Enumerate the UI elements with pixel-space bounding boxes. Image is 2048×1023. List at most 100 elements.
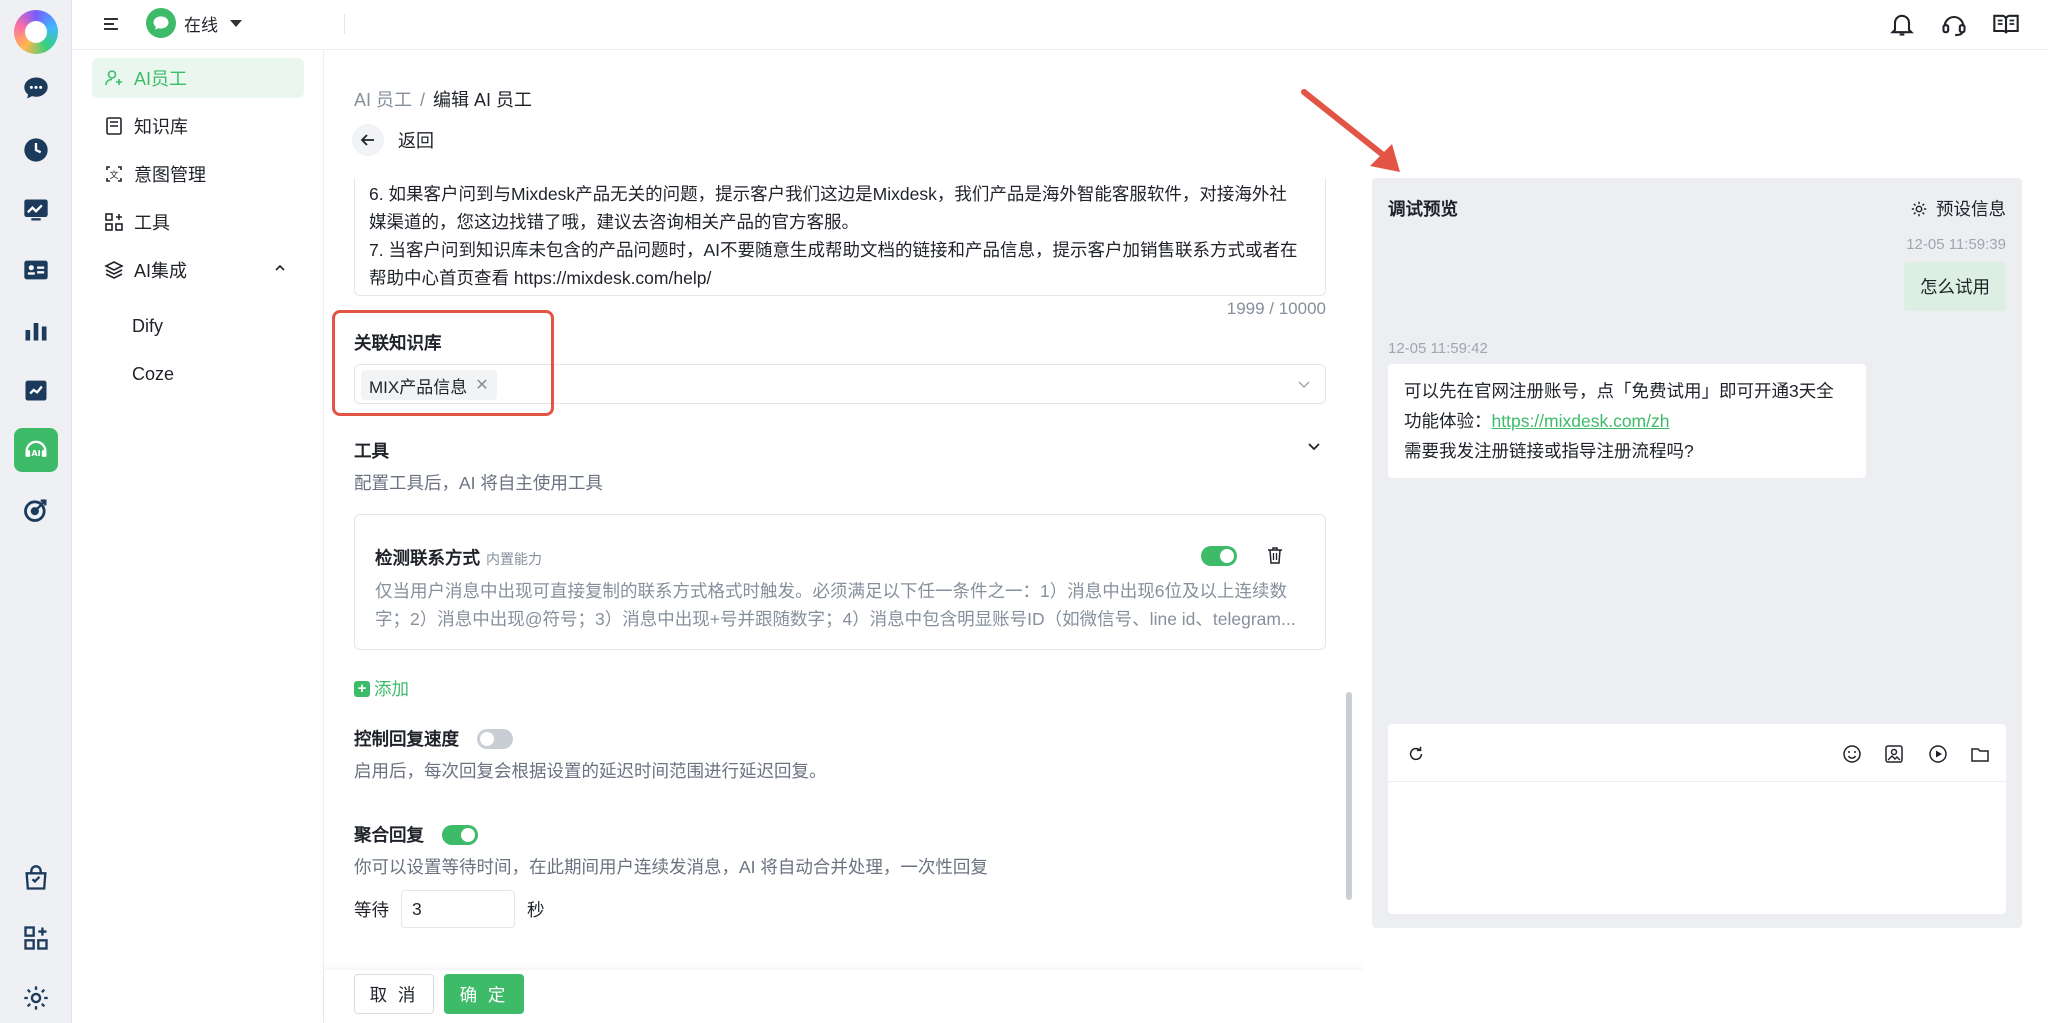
marketing-icon[interactable]	[14, 368, 58, 412]
back-button[interactable]: 返回	[352, 124, 434, 156]
tool-desc: 仅当用户消息中出现可直接复制的联系方式格式时触发。必须满足以下任一条件之一：1）…	[375, 577, 1305, 633]
contact-card-icon[interactable]	[14, 248, 58, 292]
history-icon[interactable]	[14, 128, 58, 172]
wait-row: 等待 秒	[354, 890, 545, 928]
debug-preview: 调试预览 预设信息 12-05 11:59:39 怎么试用 12-05 11:5…	[1372, 178, 2022, 928]
message-composer[interactable]	[1388, 724, 2006, 914]
gear-icon	[1911, 201, 1927, 216]
wait-unit: 秒	[527, 899, 545, 920]
user-icon	[105, 70, 122, 86]
svg-text:文: 文	[109, 169, 118, 181]
svg-text:AI: AI	[31, 448, 40, 458]
chevron-down-icon[interactable]	[1306, 438, 1322, 454]
top-bar: 在线	[72, 0, 2048, 50]
tool-card: 检测联系方式 内置能力 仅当用户消息中出现可直接复制的联系方式格式时触发。必须满足…	[354, 514, 1326, 650]
tool-enable-toggle[interactable]	[1201, 546, 1237, 566]
bot-line: 可以先在官网注册账号，点「免费试用」即可开通3天全	[1404, 381, 1834, 401]
emoji-icon[interactable]	[1840, 742, 1864, 766]
refresh-icon[interactable]	[1404, 742, 1428, 766]
prompt-textarea[interactable]: 6. 如果客户问到与Mixdesk产品无关的问题，提示客户我们这边是Mixdes…	[354, 178, 1326, 296]
form-footer: 取 消 确 定	[324, 970, 1364, 1023]
merge-reply-title: 聚合回复	[354, 825, 424, 845]
sidebar-item-knowledge[interactable]: 知识库	[92, 106, 304, 146]
folder-icon[interactable]	[1968, 742, 1992, 766]
prompt-line: 媒渠道的，您这边找错了哦，建议去咨询相关产品的官方客服。	[369, 212, 859, 232]
bot-link[interactable]: https://mixdesk.com/zh	[1492, 411, 1670, 431]
confirm-button[interactable]: 确 定	[444, 974, 524, 1014]
video-play-icon[interactable]	[1926, 742, 1950, 766]
prompt-line: 7. 当客户问到知识库未包含的产品问题时，AI不要随意生成帮助文档的链接和产品信…	[369, 240, 1298, 260]
breadcrumb: AI 员工 / 编辑 AI 员工	[354, 86, 532, 112]
highlight-box	[332, 310, 554, 416]
intent-icon: 文	[106, 166, 122, 182]
book-icon[interactable]	[1990, 8, 2022, 40]
scrollbar[interactable]	[1346, 692, 1352, 900]
sidebar-item-label: 工具	[134, 213, 170, 233]
bot-message: 可以先在官网注册账号，点「免费试用」即可开通3天全 功能体验：https://m…	[1388, 364, 1866, 478]
settings-gear-icon[interactable]	[14, 976, 58, 1020]
trash-icon[interactable]	[1265, 545, 1285, 565]
back-label: 返回	[398, 131, 434, 151]
preset-info-label: 预设信息	[1936, 199, 2006, 219]
app-logo[interactable]	[14, 10, 58, 54]
reply-speed-toggle[interactable]	[477, 728, 513, 749]
prompt-line: 6. 如果客户问到与Mixdesk产品无关的问题，提示客户我们这边是Mixdes…	[369, 184, 1287, 204]
chevron-down-icon	[230, 19, 242, 27]
ai-sidebar: AI员工 知识库 文 意图管理 工具 AI集成 Dify Coze	[72, 50, 324, 1023]
tool-desc-line: 仅当用户消息中出现可直接复制的联系方式格式时触发。必须满足以下任一条件之一：1）…	[375, 581, 1287, 601]
chevron-down-icon	[1298, 381, 1310, 389]
menu-toggle-icon[interactable]	[102, 14, 122, 34]
tools-grid-icon	[105, 213, 123, 231]
sidebar-item-intent[interactable]: 文 意图管理	[92, 154, 304, 194]
merge-reply-toggle[interactable]	[442, 824, 478, 845]
sidebar-item-label: 意图管理	[134, 165, 206, 185]
preset-info-button[interactable]: 预设信息	[1910, 196, 2006, 221]
arrow-left-icon	[352, 124, 384, 156]
plus-icon: +	[354, 680, 370, 697]
user-msg-time: 12-05 11:59:39	[1906, 236, 2006, 253]
add-label: 添加	[374, 679, 409, 699]
bot-line: 需要我发注册链接或指导注册流程吗?	[1404, 441, 1694, 461]
edit-panel: AI 员工 / 编辑 AI 员工 返回 6. 如果客户问到与Mixdesk产品无关的…	[324, 50, 1364, 1023]
sidebar-item-tools[interactable]: 工具	[92, 202, 304, 242]
image-icon[interactable]	[1882, 742, 1906, 766]
dashboard-icon[interactable]	[14, 188, 58, 232]
stats-icon[interactable]	[14, 308, 58, 352]
user-message: 怎么试用	[1904, 262, 2006, 311]
add-tool-button[interactable]: + 添加	[354, 676, 409, 701]
chat-icon[interactable]	[14, 66, 58, 110]
tools-title: 工具	[354, 441, 389, 461]
bell-icon[interactable]	[1886, 8, 1918, 40]
ai-agent-icon[interactable]: AI	[14, 428, 58, 472]
apps-icon[interactable]	[14, 916, 58, 960]
composer-toolbar	[1388, 724, 2006, 782]
sidebar-item-ai-integration[interactable]: AI集成	[92, 250, 304, 290]
app-rail: AI	[0, 0, 72, 1023]
target-icon[interactable]	[14, 488, 58, 532]
wait-seconds-input[interactable]	[401, 890, 515, 928]
prompt-line: 帮助中心首页查看 https://mixdesk.com/help/	[369, 268, 712, 288]
breadcrumb-separator: /	[420, 90, 426, 110]
layers-icon	[104, 261, 124, 279]
sidebar-subitem-coze[interactable]: Coze	[132, 364, 174, 385]
chat-bubble-icon	[146, 8, 176, 38]
wait-label: 等待	[354, 899, 389, 920]
sidebar-item-label: 知识库	[134, 117, 188, 137]
sidebar-item-label: AI集成	[134, 261, 188, 281]
merge-reply-row: 聚合回复	[354, 822, 478, 847]
annotation-arrow-icon	[1301, 89, 1400, 172]
breadcrumb-current: 编辑 AI 员工	[433, 90, 533, 110]
tool-name-text: 检测联系方式	[375, 548, 480, 568]
store-icon[interactable]	[14, 856, 58, 900]
builtin-badge: 内置能力	[486, 551, 542, 567]
breadcrumb-parent[interactable]: AI 员工	[354, 90, 412, 110]
sidebar-item-ai-agent[interactable]: AI员工	[92, 58, 304, 98]
sidebar-subitem-dify[interactable]: Dify	[132, 316, 163, 337]
cancel-button[interactable]: 取 消	[354, 974, 434, 1014]
headset-icon[interactable]	[1938, 8, 1970, 40]
status-text: 在线	[184, 15, 218, 35]
online-status-dropdown[interactable]: 在线	[146, 8, 242, 38]
bot-msg-time: 12-05 11:59:42	[1388, 340, 1488, 357]
preview-title: 调试预览	[1388, 199, 1458, 219]
bot-line-prefix: 功能体验：	[1404, 411, 1492, 431]
